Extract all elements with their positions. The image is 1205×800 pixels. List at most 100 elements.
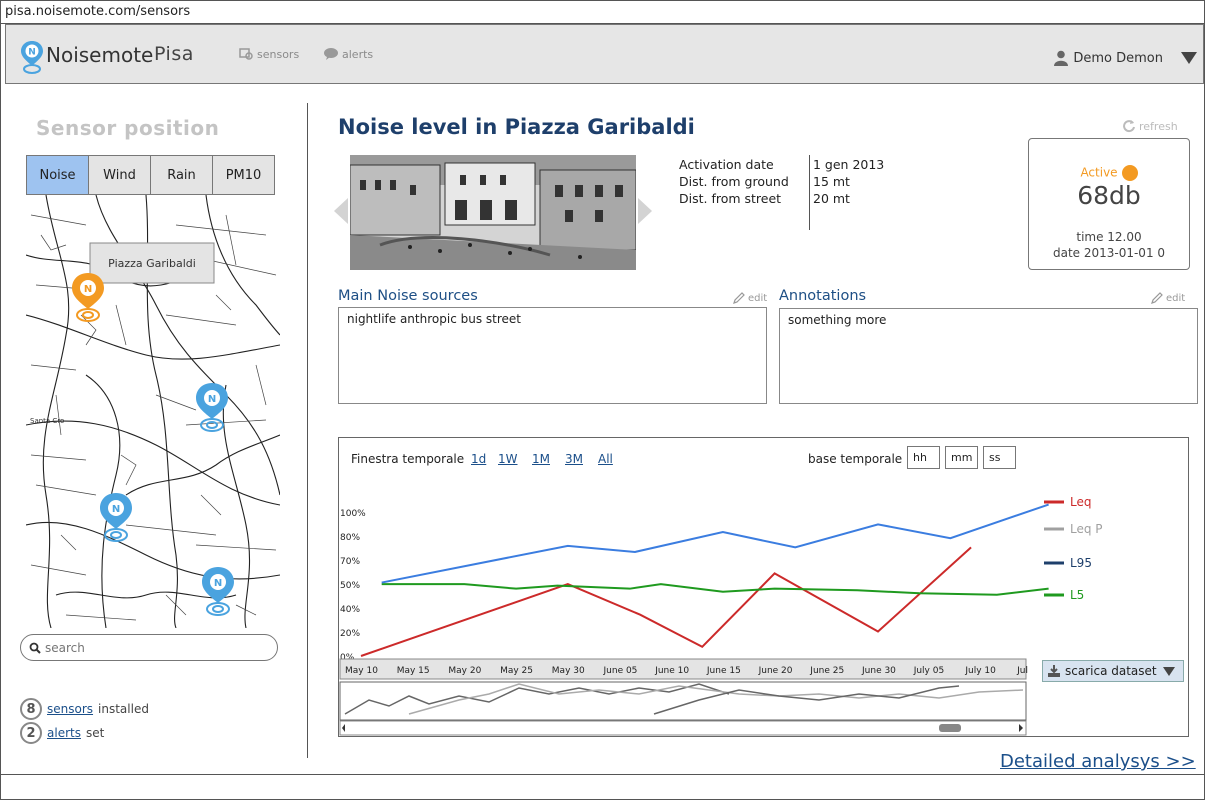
- noisemote-logo-icon: N: [21, 41, 43, 74]
- x-tick-label: May 15: [397, 666, 430, 676]
- x-tick-label: May 25: [500, 666, 533, 676]
- y-tick-label: 40%: [340, 605, 360, 615]
- user-name: Demo Demon: [1073, 50, 1163, 66]
- time-window-1m[interactable]: 1M: [532, 452, 550, 466]
- edit-label: edit: [1166, 292, 1186, 304]
- city-name: Pisa: [154, 43, 194, 65]
- time-window-1w[interactable]: 1W: [498, 452, 518, 466]
- user-icon: [1054, 50, 1069, 66]
- alerts-stat-suffix: set: [85, 726, 105, 740]
- time-window-all[interactable]: All: [598, 452, 613, 466]
- time-base-hh[interactable]: hh: [907, 446, 940, 469]
- sensors-icon: [239, 48, 253, 60]
- pencil-icon: [1151, 292, 1163, 304]
- time-window-label: Finestra temporale: [351, 452, 465, 466]
- tab-noise[interactable]: Noise: [27, 156, 89, 194]
- x-tick-label: May 20: [448, 666, 481, 676]
- noise-sources-title: Main Noise sources: [338, 288, 478, 304]
- series-line: [360, 546, 972, 657]
- x-tick-label: June 25: [809, 666, 844, 676]
- download-icon: [1048, 665, 1060, 677]
- chevron-down-icon[interactable]: [1181, 52, 1197, 64]
- scroll-handle: [939, 724, 961, 732]
- x-tick-label: June 30: [861, 666, 896, 676]
- legend-label: Leq: [1070, 495, 1091, 509]
- search-box[interactable]: [20, 634, 278, 661]
- search-input[interactable]: [45, 640, 265, 655]
- tab-rain[interactable]: Rain: [151, 156, 213, 194]
- time-base-mm[interactable]: mm: [945, 446, 978, 469]
- time-window-1d[interactable]: 1d: [471, 452, 486, 466]
- alerts-link[interactable]: alerts: [47, 726, 81, 740]
- download-dataset-button[interactable]: scarica dataset: [1042, 660, 1184, 682]
- refresh-button[interactable]: refresh: [1122, 119, 1178, 133]
- noise-sources-text[interactable]: nightlife anthropic bus street: [338, 307, 767, 404]
- y-tick-label: 20%: [340, 629, 360, 639]
- address-bar[interactable]: pisa.noisemote.com/sensors: [0, 0, 1205, 24]
- location-photo: [350, 155, 636, 270]
- svg-text:N: N: [214, 578, 222, 589]
- tab-wind[interactable]: Wind: [89, 156, 151, 194]
- detailed-analysis-link[interactable]: Detailed analysys >>: [1000, 751, 1196, 772]
- x-tick-label: June 10: [654, 666, 689, 676]
- brand-name[interactable]: Noisemote: [46, 43, 153, 67]
- info-value: 20 mt: [813, 191, 850, 206]
- sensors-count-badge: 8: [20, 698, 42, 720]
- chart-panel: 100% 80% 70% 50% 40% 20% 0% Leq Leq P L95 L5 May 10…: [338, 437, 1189, 737]
- photo-prev-arrow[interactable]: [334, 198, 348, 224]
- info-value: 15 mt: [813, 174, 850, 189]
- status-state-label: Active: [1080, 165, 1118, 180]
- photo-next-arrow[interactable]: [638, 198, 652, 224]
- info-separator: [809, 155, 810, 230]
- sensor-pin[interactable]: N: [202, 567, 234, 616]
- sensor-pin-active[interactable]: N: [72, 273, 104, 322]
- nav-alerts[interactable]: alerts: [323, 47, 373, 61]
- y-tick-label: 70%: [340, 557, 360, 567]
- info-row: Activation date 1 gen 2013: [679, 156, 884, 173]
- status-time: time 12.00: [1076, 230, 1142, 244]
- tab-pm10[interactable]: PM10: [213, 156, 274, 194]
- map-tooltip: Piazza Garibaldi: [108, 257, 196, 270]
- street-map: Piazza Garibaldi Santa Cro N N N N: [26, 195, 280, 628]
- map-label: Santa Cro: [30, 417, 64, 425]
- status-date: date 2013-01-01 0: [1052, 246, 1166, 260]
- edit-annotations-button[interactable]: edit: [1150, 291, 1185, 305]
- app-header: N Noisemote Pisa sensors alerts Demo Dem…: [5, 24, 1204, 84]
- sensor-info: Activation date 1 gen 2013 Dist. from gro…: [679, 156, 884, 207]
- edit-noise-sources-button[interactable]: edit: [732, 291, 767, 305]
- time-window-3m[interactable]: 3M: [565, 452, 583, 466]
- overview-scrollbar: [339, 720, 1027, 736]
- user-menu[interactable]: Demo Demon: [1054, 50, 1163, 66]
- noise-chart: 100%80%70%50%40%20%0%LeqLeq PL95L5May 10…: [339, 495, 1103, 736]
- info-label: Dist. from ground: [679, 174, 789, 189]
- legend-label: Leq P: [1070, 522, 1103, 536]
- x-tick-label: June 20: [758, 666, 793, 676]
- refresh-icon: [1123, 120, 1135, 133]
- column-divider: [307, 103, 308, 758]
- nav-alerts-label: alerts: [342, 47, 374, 61]
- info-value: 1 gen 2013: [813, 157, 885, 172]
- footer-divider: [0, 774, 1205, 775]
- info-label: Dist. from street: [679, 191, 782, 206]
- x-tick-label: Jul: [1016, 666, 1028, 676]
- sensor-pin[interactable]: N: [100, 493, 132, 542]
- sensors-link[interactable]: sensors: [47, 702, 93, 716]
- status-dot-icon: [1121, 165, 1138, 181]
- annotations-text[interactable]: something more: [779, 308, 1198, 404]
- series-line: [381, 583, 1049, 596]
- speech-bubble-icon: [324, 48, 338, 60]
- download-label: scarica dataset: [1065, 664, 1157, 678]
- sensor-position-title: Sensor position: [36, 116, 220, 140]
- nav-sensors[interactable]: sensors: [238, 47, 299, 61]
- sensor-pin[interactable]: N: [196, 383, 228, 432]
- y-tick-label: 80%: [340, 533, 360, 543]
- sensors-installed-stat: 8 sensors installed: [20, 698, 149, 720]
- sensor-type-tabs: Noise Wind Rain PM10: [26, 155, 275, 195]
- sensor-map[interactable]: Piazza Garibaldi Santa Cro N N N N: [26, 195, 280, 628]
- x-tick-label: July 05: [913, 666, 945, 676]
- time-base-ss[interactable]: ss: [983, 446, 1016, 469]
- search-icon: [29, 642, 41, 654]
- alerts-count-badge: 2: [20, 722, 42, 744]
- info-row: Dist. from ground 15 mt: [679, 173, 884, 190]
- svg-text:N: N: [28, 48, 36, 58]
